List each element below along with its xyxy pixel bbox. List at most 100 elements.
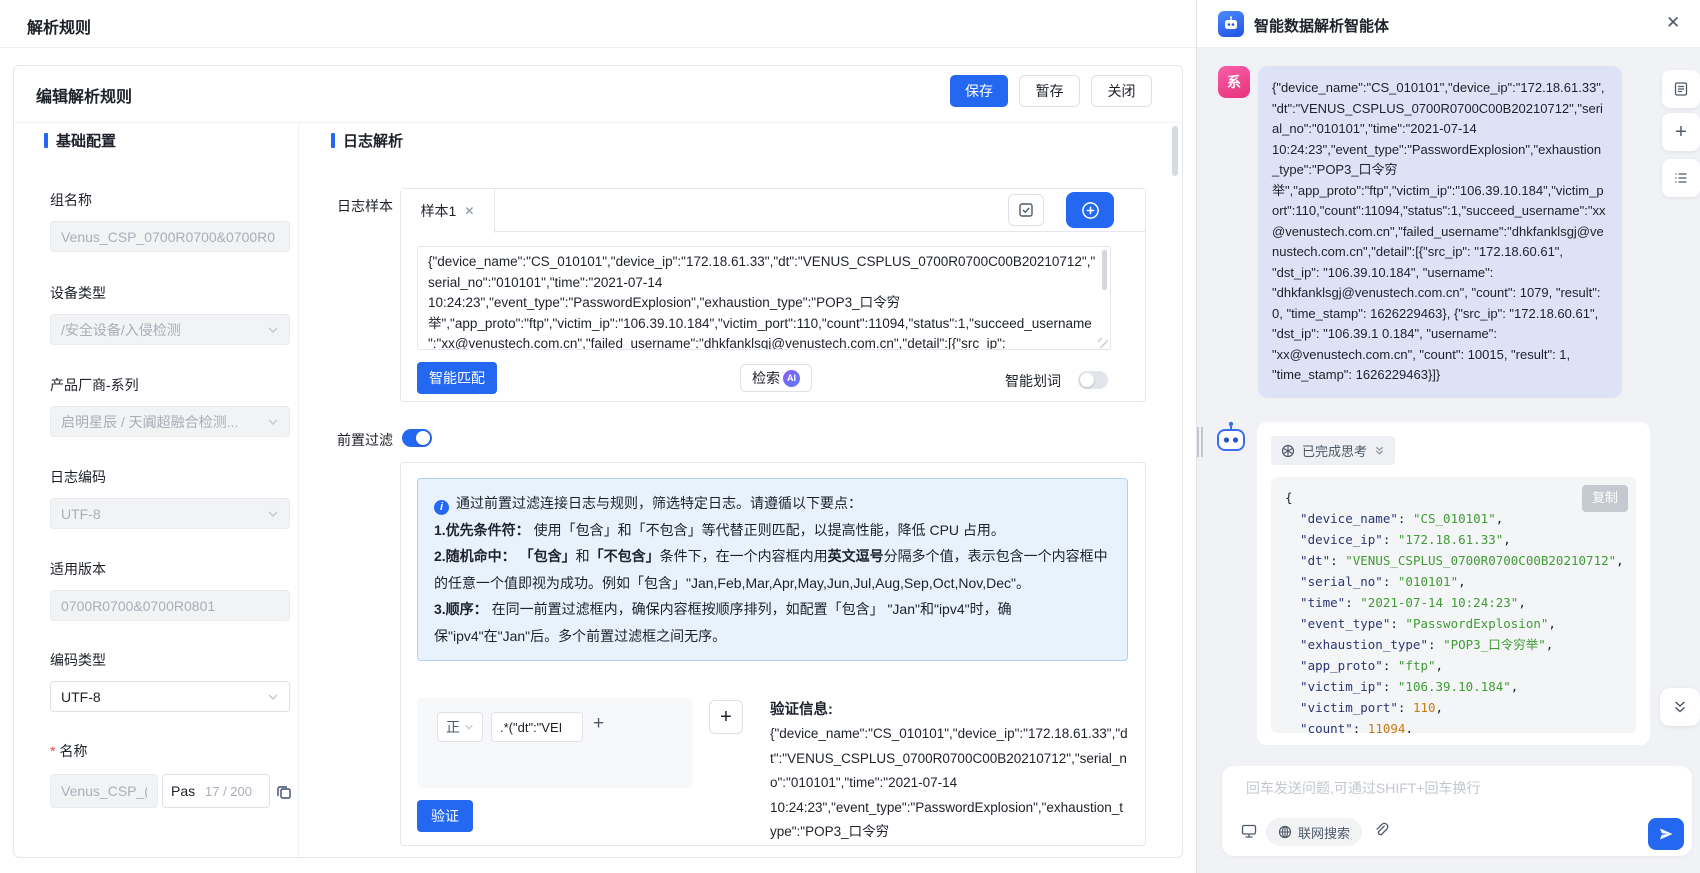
column-divider (298, 123, 299, 857)
robot-icon (1212, 420, 1250, 458)
plus-circle-icon (1081, 201, 1100, 220)
tab-sample1[interactable]: 样本1 ✕ (401, 189, 495, 233)
name-input[interactable] (171, 783, 201, 799)
web-search-pill[interactable]: 联网搜索 (1266, 818, 1362, 846)
device-type-select: /安全设备/入侵检测 (50, 314, 290, 345)
check-square-icon (1018, 202, 1034, 218)
vendor-series-label: 产品厂商-系列 (50, 375, 139, 395)
batch-edit-button[interactable] (1008, 194, 1044, 226)
parse-section-header: 日志解析 (331, 130, 403, 151)
send-plane-icon (1658, 826, 1674, 842)
list-icon (1673, 170, 1689, 186)
search-button[interactable]: 检索 AI (740, 364, 812, 392)
chevron-down-icon (267, 416, 279, 428)
sample-label: 日志样本 (337, 196, 393, 216)
name-counter: 17 / 200 (205, 784, 252, 799)
add-panel-button[interactable]: + (1662, 113, 1700, 151)
chat-input[interactable] (1246, 777, 1666, 799)
save-button[interactable]: 保存 (950, 75, 1008, 107)
log-sample-textarea[interactable]: {"device_name":"CS_010101","device_ip":"… (417, 246, 1111, 350)
highlight-label: 智能划词 (1005, 371, 1061, 391)
code-lines: { "device_name": "CS_010101", "device_ip… (1285, 487, 1622, 733)
agent-avatar (1218, 11, 1244, 37)
pattern-input[interactable] (491, 712, 583, 742)
copy-icon (276, 784, 292, 800)
info-icon: i (434, 500, 449, 515)
inline-add-icon[interactable]: + (593, 713, 604, 735)
app-root: 解析规则 编辑解析规则 保存 暂存 关闭 基础配置 组名称 Venus_CSP_… (0, 0, 1700, 873)
thinking-gear-icon (1281, 444, 1295, 458)
chat-title: 智能数据解析智能体 (1254, 15, 1389, 36)
stash-button[interactable]: 暂存 (1019, 75, 1080, 107)
verify-title: 验证信息: (770, 698, 833, 719)
top-bar: 解析规则 (0, 0, 1196, 48)
chevron-down-icon (267, 324, 279, 336)
log-encoding-label: 日志编码 (50, 467, 106, 487)
toggle-knob (1080, 373, 1094, 387)
double-chevron-down-icon (1374, 445, 1385, 456)
ai-badge: AI (783, 370, 800, 387)
name-field-label: *名称 (50, 741, 87, 761)
editor-title: 编辑解析规则 (36, 83, 132, 107)
capture-button[interactable] (1240, 822, 1258, 845)
page-title: 解析规则 (27, 14, 91, 38)
prefilter-toggle[interactable] (402, 429, 432, 447)
operator-select[interactable]: 正 (437, 712, 483, 742)
highlight-toggle[interactable] (1078, 371, 1108, 389)
assistant-bubble: 已完成思考 复制 { "device_name": "CS_010101", "… (1257, 422, 1650, 745)
send-button[interactable] (1648, 818, 1684, 850)
encode-type-select[interactable]: UTF-8 (50, 681, 290, 712)
thinking-badge-label: 已完成思考 (1302, 441, 1367, 460)
textarea-scrollbar[interactable] (1102, 250, 1107, 290)
group-name-input: Venus_CSP_0700R0700&0700R0 (50, 221, 290, 252)
smart-match-button[interactable]: 智能匹配 (417, 362, 497, 394)
device-type-label: 设备类型 (50, 283, 106, 303)
name-prefix-input: Venus_CSP_( (50, 774, 158, 808)
thinking-badge[interactable]: 已完成思考 (1271, 436, 1395, 465)
tab-sample1-label: 样本1 (421, 201, 457, 221)
copy-button[interactable]: 复制 (1582, 485, 1628, 512)
globe-icon (1278, 825, 1292, 839)
textarea-resize-handle[interactable] (1098, 338, 1108, 348)
group-name-label: 组名称 (50, 190, 92, 210)
chevron-down-icon (267, 508, 279, 520)
attach-button[interactable] (1372, 821, 1389, 843)
prefilter-info-box: i通过前置过滤连接日志与规则，筛选特定日志。请遵循以下要点： 1.优先条件符： … (417, 478, 1128, 661)
copy-name-button[interactable] (276, 784, 292, 800)
required-asterisk: * (50, 743, 55, 759)
vendor-series-select: 启明星辰 / 天阗超融合检测... (50, 406, 290, 437)
apply-version-label: 适用版本 (50, 559, 106, 579)
encode-type-label: 编码类型 (50, 650, 106, 670)
double-chevron-down-icon (1672, 699, 1688, 715)
apply-version-input: 0700R0700&0700R0801 (50, 590, 290, 621)
section-bar-icon (331, 133, 335, 148)
parse-section-title: 日志解析 (343, 130, 403, 151)
list-panel-button[interactable] (1662, 159, 1700, 197)
verify-button[interactable]: 验证 (417, 800, 473, 832)
tab-close-icon[interactable]: ✕ (464, 204, 474, 218)
info-line-2: 2.随机命中： 「包含」和「不包含」条件下，在一个内容框内用英文逗号分隔多个值，… (434, 543, 1111, 596)
info-line-intro: i通过前置过滤连接日志与规则，筛选特定日志。请遵循以下要点： (434, 490, 1111, 517)
basic-section-title: 基础配置 (56, 130, 116, 151)
add-filter-button[interactable]: + (709, 700, 743, 734)
collapse-chat-button[interactable] (1660, 688, 1700, 726)
system-avatar: 系 (1218, 66, 1250, 98)
close-editor-button[interactable]: 关闭 (1091, 75, 1152, 107)
add-sample-button[interactable] (1066, 192, 1114, 228)
web-search-label: 联网搜索 (1298, 823, 1350, 842)
section-bar-icon (44, 133, 48, 148)
basic-section-header: 基础配置 (44, 130, 116, 151)
document-icon (1673, 81, 1689, 97)
capture-icon (1240, 822, 1258, 840)
doc-panel-button[interactable] (1662, 70, 1700, 108)
log-encoding-select: UTF-8 (50, 498, 290, 529)
assistant-avatar (1212, 420, 1250, 458)
verify-text: {"device_name":"CS_010101","device_ip":"… (770, 722, 1128, 845)
name-input-wrap[interactable]: 17 / 200 (162, 774, 270, 808)
system-bubble: {"device_name":"CS_010101","device_ip":"… (1258, 66, 1622, 398)
chat-close-button[interactable]: ✕ (1666, 14, 1680, 31)
card-scrollbar[interactable] (1172, 126, 1178, 176)
operator-value: 正 (446, 717, 460, 737)
code-block: 复制 { "device_name": "CS_010101", "device… (1271, 477, 1636, 733)
panel-resize-handle[interactable] (1196, 427, 1204, 457)
